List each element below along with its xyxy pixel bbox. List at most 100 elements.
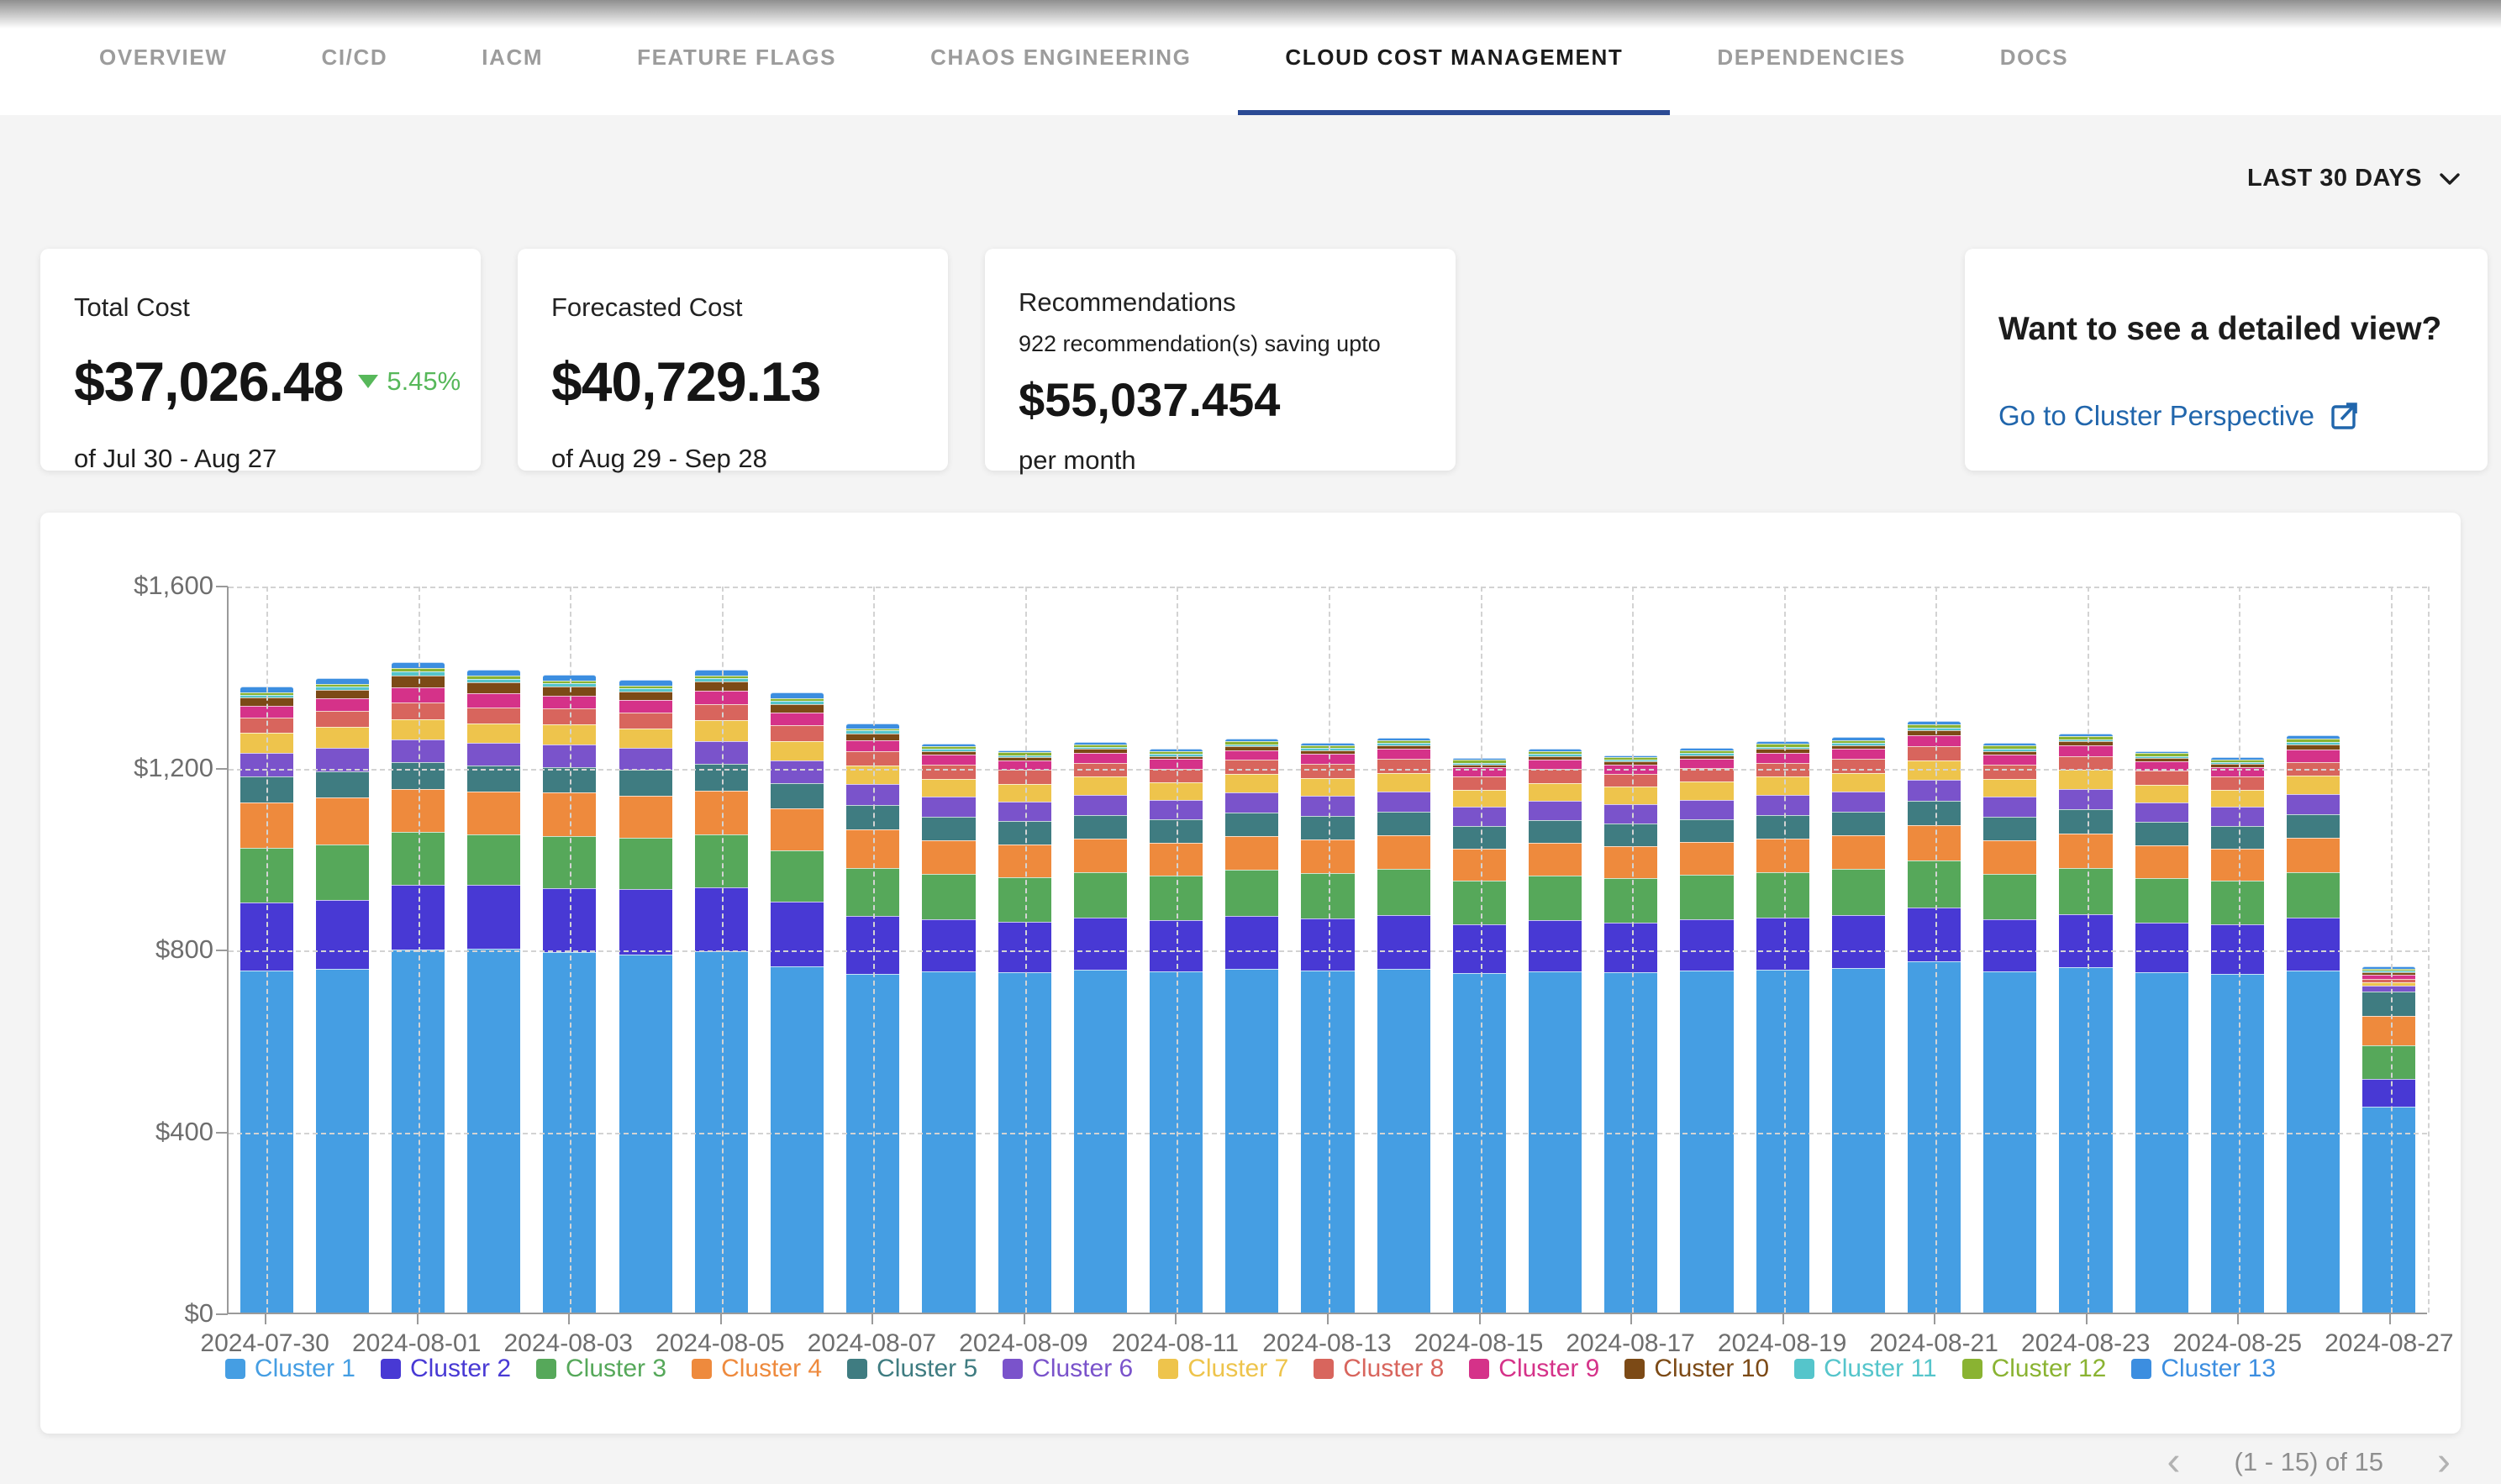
bar-segment-cluster-5[interactable] (1756, 815, 1809, 839)
bar-segment-cluster-6[interactable] (1756, 795, 1809, 815)
bar-segment-cluster-2[interactable] (1074, 918, 1127, 970)
bar-segment-cluster-9[interactable] (922, 755, 975, 765)
bar-segment-cluster-9[interactable] (1074, 753, 1127, 763)
bar-segment-cluster-8[interactable] (1377, 759, 1430, 773)
bar-segment-cluster-7[interactable] (2211, 790, 2264, 808)
bar-segment-cluster-2[interactable] (2362, 1079, 2415, 1108)
bar-segment-cluster-1[interactable] (1908, 961, 1961, 1313)
bar-segment-cluster-1[interactable] (2287, 971, 2340, 1313)
bar-segment-cluster-8[interactable] (1832, 759, 1885, 773)
cluster-perspective-link[interactable]: Go to Cluster Perspective (1998, 400, 2454, 432)
bar-segment-cluster-6[interactable] (1529, 801, 1582, 820)
bar-segment-cluster-1[interactable] (1377, 969, 1430, 1313)
legend-item-cluster-13[interactable]: Cluster 13 (2131, 1355, 2276, 1383)
bar-segment-cluster-13[interactable] (467, 670, 520, 676)
bar-segment-cluster-3[interactable] (2362, 1045, 2415, 1079)
bar-segment-cluster-1[interactable] (1983, 971, 2036, 1313)
bar-segment-cluster-3[interactable] (1301, 873, 1354, 918)
bar-segment-cluster-1[interactable] (2362, 1107, 2415, 1313)
bar-segment-cluster-9[interactable] (1756, 753, 1809, 763)
bar-segment-cluster-5[interactable] (2211, 826, 2264, 849)
tab-docs[interactable]: DOCS (1953, 0, 2116, 115)
tab-chaos-engineering[interactable]: CHAOS ENGINEERING (883, 0, 1238, 115)
bar-segment-cluster-4[interactable] (1680, 842, 1733, 875)
bar-segment-cluster-2[interactable] (316, 900, 369, 969)
bar-segment-cluster-4[interactable] (619, 796, 672, 838)
bar-segment-cluster-9[interactable] (1908, 735, 1961, 746)
bar-2024-08-16[interactable] (1529, 749, 1582, 1313)
bar-segment-cluster-4[interactable] (1832, 835, 1885, 870)
legend-item-cluster-3[interactable]: Cluster 3 (536, 1355, 666, 1383)
bar-segment-cluster-6[interactable] (922, 797, 975, 817)
bar-segment-cluster-5[interactable] (2362, 992, 2415, 1016)
bar-segment-cluster-7[interactable] (2287, 776, 2340, 794)
legend-item-cluster-7[interactable]: Cluster 7 (1158, 1355, 1288, 1383)
bar-segment-cluster-1[interactable] (1453, 973, 1506, 1313)
bar-segment-cluster-2[interactable] (2059, 914, 2112, 967)
bar-segment-cluster-2[interactable] (1225, 916, 1278, 969)
bar-segment-cluster-7[interactable] (1225, 774, 1278, 792)
bar-segment-cluster-4[interactable] (1908, 825, 1961, 860)
bar-segment-cluster-2[interactable] (771, 902, 824, 966)
bar-segment-cluster-4[interactable] (1604, 846, 1657, 878)
bar-segment-cluster-7[interactable] (467, 724, 520, 743)
bar-segment-cluster-1[interactable] (1756, 970, 1809, 1313)
bar-segment-cluster-4[interactable] (2362, 1016, 2415, 1045)
bar-segment-cluster-9[interactable] (2287, 750, 2340, 762)
bar-segment-cluster-2[interactable] (467, 885, 520, 949)
bar-segment-cluster-1[interactable] (2135, 972, 2188, 1313)
bar-segment-cluster-4[interactable] (467, 792, 520, 834)
bar-segment-cluster-6[interactable] (2135, 803, 2188, 822)
bar-segment-cluster-5[interactable] (2287, 814, 2340, 838)
bar-segment-cluster-5[interactable] (1983, 817, 2036, 840)
bar-segment-cluster-7[interactable] (1301, 778, 1354, 797)
bar-segment-cluster-3[interactable] (1074, 872, 1127, 918)
bar-segment-cluster-9[interactable] (1301, 754, 1354, 764)
bar-segment-cluster-3[interactable] (2135, 878, 2188, 923)
bar-2024-08-27[interactable] (2362, 966, 2415, 1313)
bar-2024-08-22[interactable] (1983, 743, 2036, 1313)
bar-segment-cluster-5[interactable] (1832, 812, 1885, 835)
bar-segment-cluster-5[interactable] (771, 783, 824, 808)
bar-segment-cluster-3[interactable] (2211, 881, 2264, 924)
bar-segment-cluster-6[interactable] (2211, 807, 2264, 826)
bar-2024-08-10[interactable] (1074, 742, 1127, 1313)
bar-2024-08-17[interactable] (1604, 755, 1657, 1313)
bar-segment-cluster-3[interactable] (2059, 868, 2112, 914)
bar-segment-cluster-5[interactable] (1453, 826, 1506, 849)
pagination-next-icon[interactable]: › (2437, 1442, 2451, 1482)
time-range-dropdown[interactable]: LAST 30 DAYS (2247, 165, 2461, 192)
bar-segment-cluster-5[interactable] (922, 817, 975, 840)
bar-segment-cluster-7[interactable] (1377, 773, 1430, 792)
bar-segment-cluster-5[interactable] (1604, 824, 1657, 846)
bar-segment-cluster-1[interactable] (1225, 969, 1278, 1313)
bar-segment-cluster-7[interactable] (2135, 785, 2188, 803)
bar-segment-cluster-4[interactable] (1453, 849, 1506, 881)
bar-segment-cluster-3[interactable] (619, 838, 672, 889)
bar-segment-cluster-9[interactable] (619, 700, 672, 713)
legend-item-cluster-8[interactable]: Cluster 8 (1314, 1355, 1444, 1383)
bar-segment-cluster-3[interactable] (1453, 881, 1506, 924)
bar-segment-cluster-6[interactable] (1604, 804, 1657, 824)
bar-segment-cluster-2[interactable] (1832, 915, 1885, 968)
bar-segment-cluster-1[interactable] (771, 966, 824, 1313)
bar-segment-cluster-2[interactable] (1983, 919, 2036, 971)
bar-segment-cluster-7[interactable] (1983, 779, 2036, 797)
bar-segment-cluster-8[interactable] (1225, 760, 1278, 774)
bar-segment-cluster-3[interactable] (467, 834, 520, 886)
pagination-prev-icon[interactable]: ‹ (2167, 1442, 2181, 1482)
bar-segment-cluster-8[interactable] (1604, 774, 1657, 787)
bar-segment-cluster-5[interactable] (1301, 816, 1354, 839)
bar-segment-cluster-3[interactable] (1756, 872, 1809, 918)
bar-segment-cluster-6[interactable] (619, 748, 672, 771)
bar-segment-cluster-1[interactable] (1529, 971, 1582, 1313)
bar-segment-cluster-8[interactable] (1983, 765, 2036, 779)
bar-segment-cluster-2[interactable] (1604, 923, 1657, 973)
bar-segment-cluster-9[interactable] (1377, 749, 1430, 759)
legend-item-cluster-2[interactable]: Cluster 2 (381, 1355, 511, 1383)
bar-2024-08-24[interactable] (2135, 751, 2188, 1313)
bar-segment-cluster-7[interactable] (1680, 781, 1733, 799)
bar-segment-cluster-10[interactable] (316, 690, 369, 698)
bar-segment-cluster-4[interactable] (2211, 849, 2264, 881)
bar-segment-cluster-6[interactable] (1074, 795, 1127, 815)
